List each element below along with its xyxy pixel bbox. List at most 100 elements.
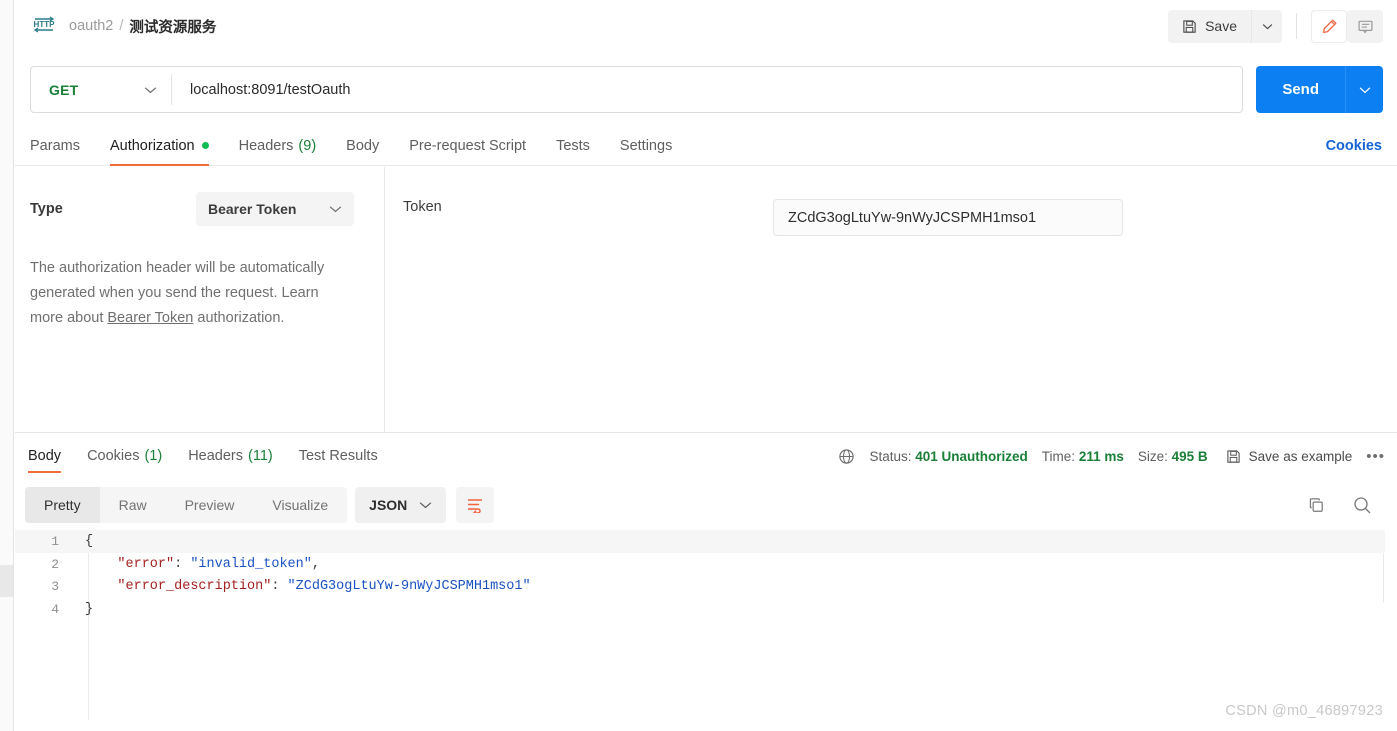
tab-label: Params (30, 137, 80, 154)
line-number: 1 (51, 533, 59, 549)
postman-window: HTTP oauth2 / 测试资源服务 Save GET localhost:… (0, 0, 1397, 731)
code-line: 2 "error": "invalid_token", (15, 553, 1385, 576)
comment-icon (1357, 18, 1374, 35)
response-format-value: JSON (369, 497, 408, 513)
url-input-container: GET (30, 66, 1244, 113)
edit-request-button[interactable] (1311, 9, 1347, 43)
code-lines: 1{2 "error": "invalid_token", 3 "error_de… (15, 530, 1385, 621)
token-input[interactable] (773, 199, 1123, 236)
tab-count: (11) (248, 448, 273, 464)
time-group: Time: 211 ms (1042, 449, 1124, 464)
request-header: HTTP oauth2 / 测试资源服务 Save (15, 0, 1397, 52)
left-sidebar-rail (0, 0, 14, 731)
send-options-caret[interactable] (1345, 66, 1383, 113)
response-tab-test-results[interactable]: Test Results (299, 437, 378, 475)
save-button-group: Save (1168, 9, 1282, 43)
chevron-down-icon (419, 501, 432, 509)
response-tab-body[interactable]: Body (28, 437, 62, 475)
status-label: Status: (869, 448, 912, 464)
tab-body[interactable]: Body (346, 126, 379, 166)
response-tab-headers[interactable]: Headers (11) (188, 437, 273, 475)
response-view-segmented-control: Pretty Raw Preview Visualize (25, 487, 348, 523)
tab-pre-request-script[interactable]: Pre-request Script (409, 126, 526, 166)
tab-tests[interactable]: Tests (556, 126, 590, 166)
response-format-select[interactable]: JSON (355, 487, 447, 523)
tab-label: Cookies (87, 448, 140, 464)
more-options-icon[interactable]: ••• (1366, 448, 1385, 465)
tab-count: (9) (298, 137, 317, 154)
time-label: Time: (1041, 448, 1076, 464)
chevron-down-icon (144, 86, 157, 94)
tab-headers[interactable]: Headers (9) (239, 126, 317, 166)
bearer-token-doc-link[interactable]: Bearer Token (107, 310, 193, 326)
svg-text:HTTP: HTTP (34, 20, 56, 29)
save-as-example-button[interactable]: Save as example (1226, 448, 1353, 464)
tab-label: Body (28, 448, 62, 464)
auth-type-value: Bearer Token (208, 201, 297, 217)
send-button[interactable]: Send (1256, 66, 1345, 113)
save-button[interactable]: Save (1168, 9, 1251, 43)
response-meta: Status: 401 Unauthorized Time: 211 ms Si… (838, 448, 1397, 465)
response-tab-cookies[interactable]: Cookies (1) (87, 437, 162, 475)
response-section-divider (15, 432, 1397, 433)
globe-icon (838, 448, 855, 465)
view-pretty[interactable]: Pretty (25, 487, 100, 523)
size-value: 495 B (1171, 448, 1208, 464)
tab-label: Pre-request Script (409, 137, 527, 154)
send-button-group: Send (1256, 66, 1383, 113)
response-body-code[interactable]: 1{2 "error": "invalid_token", 3 "error_de… (15, 530, 1385, 720)
authorization-panel: Type Bearer Token The authorization head… (15, 167, 1397, 432)
tab-label: Tests (556, 137, 590, 154)
word-wrap-button[interactable] (456, 487, 495, 523)
code-line-content: } (73, 602, 93, 617)
url-input[interactable] (172, 80, 1243, 99)
watermark: CSDN @m0_46897923 (1225, 703, 1383, 719)
breadcrumb: HTTP oauth2 / 测试资源服务 (31, 15, 216, 37)
response-tab-bar: Body Cookies (1) Headers (11) Test Resul… (15, 437, 1397, 475)
tab-label: Test Results (298, 448, 378, 464)
auth-token-column: Token (385, 167, 1397, 432)
code-line: 3 "error_description": "ZCdG3ogLtuYw-9nW… (15, 576, 1385, 599)
sidebar-resize-handle[interactable] (0, 565, 13, 597)
view-visualize[interactable]: Visualize (253, 487, 347, 523)
view-preview[interactable]: Preview (166, 487, 254, 523)
code-token: "error" (117, 556, 175, 572)
tab-label: Headers (188, 448, 243, 464)
line-number: 3 (51, 579, 59, 595)
search-icon[interactable] (1352, 495, 1372, 515)
code-token: : (271, 579, 288, 595)
response-body-tools-right (1307, 487, 1382, 523)
auth-config-column: Type Bearer Token The authorization head… (15, 167, 385, 432)
code-token: "invalid_token" (190, 556, 312, 572)
view-raw[interactable]: Raw (100, 487, 166, 523)
pencil-icon (1321, 18, 1338, 35)
auth-type-label: Type (30, 201, 63, 217)
code-line: 1{ (15, 530, 1385, 553)
save-as-example-label: Save as example (1248, 448, 1353, 464)
status-value: 401 Unauthorized (915, 448, 1028, 464)
breadcrumb-separator: / (119, 18, 124, 34)
cookies-link[interactable]: Cookies (1326, 138, 1382, 154)
http-method-selector[interactable]: GET (31, 67, 171, 112)
breadcrumb-request-name[interactable]: 测试资源服务 (129, 16, 216, 37)
tab-params[interactable]: Params (30, 126, 80, 166)
size-group: Size: 495 B (1138, 449, 1208, 464)
breadcrumb-collection[interactable]: oauth2 (69, 18, 113, 34)
tab-label: Body (346, 137, 380, 154)
comment-button[interactable] (1347, 9, 1383, 43)
code-token: } (85, 602, 94, 618)
code-token: "error_description" (117, 579, 272, 595)
tab-count: (1) (144, 448, 163, 464)
tab-authorization[interactable]: Authorization (109, 126, 209, 166)
copy-icon[interactable] (1307, 496, 1326, 515)
code-line-content: { (73, 534, 93, 549)
tab-settings[interactable]: Settings (620, 126, 672, 166)
save-options-caret[interactable] (1251, 9, 1282, 43)
auth-type-select[interactable]: Bearer Token (196, 192, 354, 226)
response-body-toolbar: Pretty Raw Preview Visualize JSON (25, 487, 495, 523)
tab-label: Authorization (109, 137, 195, 154)
chevron-down-icon (329, 205, 342, 213)
word-wrap-icon (466, 497, 484, 513)
code-token: { (85, 533, 94, 549)
